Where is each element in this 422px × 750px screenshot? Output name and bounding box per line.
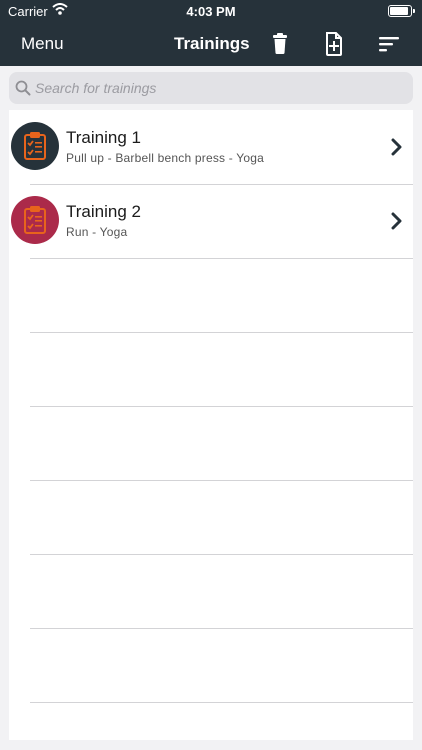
row-separator [30, 554, 413, 555]
row-separator [30, 406, 413, 407]
row-separator [30, 702, 413, 703]
status-bar: Carrier 4:03 PM [0, 0, 422, 22]
training-subtitle: Pull up - Barbell bench press - Yoga [66, 151, 264, 165]
row-separator [30, 258, 413, 259]
row-separator [30, 628, 413, 629]
page-title: Trainings [174, 34, 250, 53]
avatar [11, 122, 59, 170]
search-icon [15, 80, 31, 101]
new-document-icon[interactable] [321, 31, 347, 57]
training-subtitle: Run - Yoga [66, 225, 128, 239]
navigation-bar: Menu Trainings [0, 22, 422, 66]
list-item[interactable]: Training 1 Pull up - Barbell bench press… [9, 110, 413, 184]
list-item[interactable]: Training 2 Run - Yoga [9, 184, 413, 258]
trainings-list: Training 1 Pull up - Barbell bench press… [9, 110, 413, 740]
avatar [11, 196, 59, 244]
clipboard-icon [24, 206, 46, 234]
battery-icon [388, 5, 415, 17]
search-field[interactable] [9, 72, 413, 104]
row-separator [30, 332, 413, 333]
sort-icon[interactable] [376, 31, 402, 57]
training-title: Training 2 [66, 202, 141, 221]
training-title: Training 1 [66, 128, 141, 147]
clipboard-icon [24, 132, 46, 160]
status-time: 4:03 PM [186, 4, 236, 19]
chevron-right-icon [391, 138, 403, 161]
menu-button[interactable]: Menu [21, 34, 64, 54]
row-separator [30, 480, 413, 481]
trash-icon[interactable] [267, 31, 293, 57]
search-input[interactable] [35, 72, 405, 104]
chevron-right-icon [391, 212, 403, 235]
search-bar [0, 66, 422, 110]
